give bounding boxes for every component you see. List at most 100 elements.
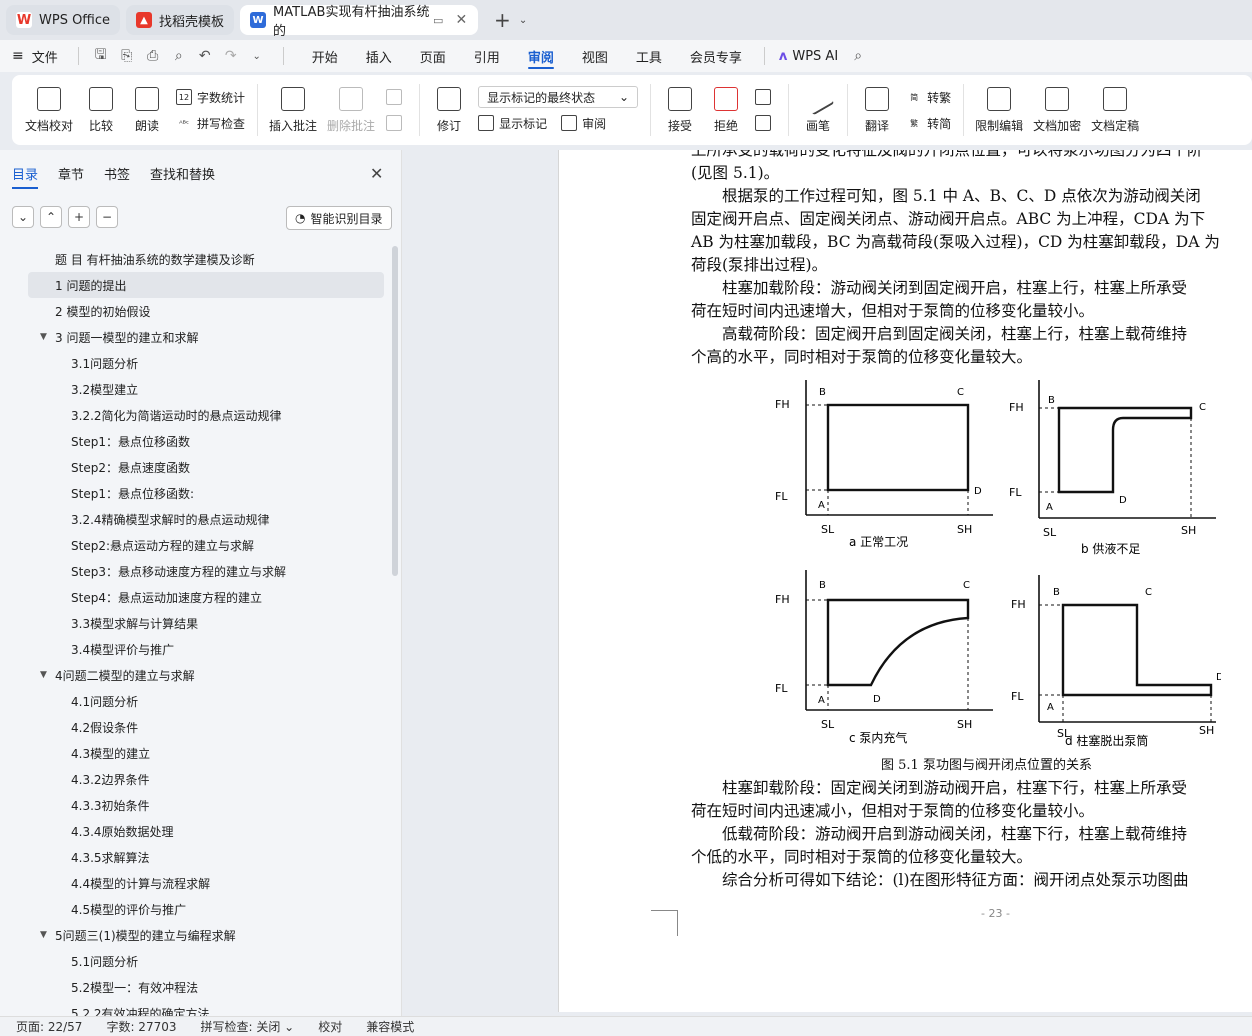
undo-icon[interactable]: ↶ <box>197 48 213 64</box>
toc-item[interactable]: 3.1问题分析 <box>0 350 392 376</box>
toc-item[interactable]: 4.3.2边界条件 <box>0 766 392 792</box>
print-preview-icon[interactable]: ⌕ <box>171 48 187 64</box>
tab-chapters[interactable]: 章节 <box>58 164 84 189</box>
doc-check-button[interactable]: 文档校对 <box>25 86 73 134</box>
pen-button[interactable]: 画笔 <box>800 82 836 134</box>
spell-check-status[interactable]: 拼写检查: 关闭 ⌄ <box>201 1018 295 1035</box>
proofread-status[interactable]: 校对 <box>318 1018 342 1035</box>
new-tab-button[interactable]: + <box>494 8 511 32</box>
tab-insert[interactable]: 插入 <box>366 40 392 72</box>
next-comment-button[interactable] <box>386 110 407 136</box>
tab-view[interactable]: 视图 <box>582 40 608 72</box>
revise-button[interactable]: 修订 <box>431 86 467 134</box>
prev-revision-button[interactable] <box>755 84 776 110</box>
chevron-down-icon[interactable]: ⌄ <box>519 15 527 26</box>
toc-item[interactable]: ▼ 4问题二模型的建立与求解 <box>0 662 392 688</box>
compare-button[interactable]: 比较 <box>83 86 119 134</box>
toc-item[interactable]: 3.2模型建立 <box>0 376 392 402</box>
markup-mode-select[interactable]: 显示标记的最终状态 ⌄ <box>478 84 639 110</box>
finalize-button[interactable]: 文档定稿 <box>1091 86 1139 134</box>
review-pane-button[interactable]: 审阅 <box>582 115 606 132</box>
chevron-down-icon[interactable]: ⌄ <box>249 48 265 64</box>
toc-item[interactable]: 3.2.4精确模型求解时的悬点运动规律 <box>0 506 392 532</box>
tab-home[interactable]: 开始 <box>312 40 338 72</box>
remove-heading-icon[interactable]: − <box>96 206 118 228</box>
prev-comment-button[interactable] <box>386 84 407 110</box>
smart-toc-button[interactable]: ◔ 智能识别目录 <box>286 206 392 230</box>
expand-icon[interactable]: ⌃ <box>40 206 62 228</box>
document-page[interactable]: 上所承受的载荷的变化特征及阀的开闭点位置，可以将泵示功图分为四个阶 (见图 5.1… <box>558 150 1252 1012</box>
toc-item[interactable]: Step1：悬点位移函数 <box>0 428 392 454</box>
toc-item[interactable]: 4.3模型的建立 <box>0 740 392 766</box>
close-tab-icon[interactable]: ✕ <box>455 12 467 28</box>
toc-item[interactable]: 3.4模型评价与推广 <box>0 636 392 662</box>
to-traditional-button[interactable]: 简 转繁 <box>906 84 951 110</box>
accept-button[interactable]: 接受 <box>662 86 698 134</box>
print-icon[interactable]: ⎙ <box>145 48 161 64</box>
to-simplified-button[interactable]: 繁 转简 <box>906 110 951 136</box>
toc-item[interactable]: 题 目 有杆抽油系统的数学建模及诊断 <box>0 246 392 272</box>
tab-wps-office[interactable]: W WPS Office <box>6 5 121 35</box>
save-icon[interactable]: 🖫 <box>93 47 109 64</box>
next-revision-button[interactable] <box>755 110 776 136</box>
toc-item[interactable]: Step1：悬点位移函数: <box>0 480 392 506</box>
toc-item[interactable]: 5.2.2有效冲程的确定方法 <box>0 1000 392 1017</box>
toc-item[interactable]: 4.3.4原始数据处理 <box>0 818 392 844</box>
markup-mode-dropdown[interactable]: 显示标记的最终状态 ⌄ <box>478 86 639 108</box>
insert-comment-button[interactable]: 插入批注 <box>269 86 317 134</box>
toc-item[interactable]: Step4：悬点运动加速度方程的建立 <box>0 584 392 610</box>
toc-item[interactable]: 4.1问题分析 <box>0 688 392 714</box>
toc-item[interactable]: 3.2.2简化为简谐运动时的悬点运动规律 <box>0 402 392 428</box>
show-markup-button[interactable]: 显示标记 <box>499 115 547 132</box>
toc-item[interactable]: 5.2模型一：有效冲程法 <box>0 974 392 1000</box>
toc-item[interactable]: 2 模型的初始假设 <box>0 298 392 324</box>
toc-item[interactable]: 4.3.3初始条件 <box>0 792 392 818</box>
search-icon[interactable]: ⌕ <box>850 48 866 64</box>
expand-arrow-icon[interactable]: ▼ <box>40 930 47 940</box>
toc-scrollbar[interactable] <box>392 246 398 576</box>
wps-ai-button[interactable]: ʌ WPS AI <box>779 49 838 64</box>
close-icon[interactable]: ✕ <box>370 164 383 183</box>
tab-bookmarks[interactable]: 书签 <box>104 164 130 189</box>
toc-item[interactable]: 4.5模型的评价与推广 <box>0 896 392 922</box>
expand-arrow-icon[interactable]: ▼ <box>40 332 47 342</box>
tab-review[interactable]: 审阅 <box>527 40 554 72</box>
toc-item[interactable]: Step3：悬点移动速度方程的建立与求解 <box>0 558 392 584</box>
tab-reference[interactable]: 引用 <box>474 40 500 72</box>
spell-check-button[interactable]: ᴬᴮᶜ 拼写检查 <box>176 110 245 136</box>
delete-comment-button[interactable]: 删除批注 <box>327 86 375 134</box>
toc-item[interactable]: ▼ 5问题三(1)模型的建立与编程求解 <box>0 922 392 948</box>
panel-a: FH FL SL SH A B C D a 正常工况 <box>775 380 993 549</box>
tab-page[interactable]: 页面 <box>420 40 446 72</box>
expand-arrow-icon[interactable]: ▼ <box>40 670 47 680</box>
toc-item[interactable]: 4.4模型的计算与流程求解 <box>0 870 392 896</box>
toc-item[interactable]: Step2：悬点速度函数 <box>0 454 392 480</box>
tab-membership[interactable]: 会员专享 <box>690 40 742 72</box>
file-menu[interactable]: ≡ 文件 <box>12 47 58 66</box>
tab-find-replace[interactable]: 查找和替换 <box>150 164 215 189</box>
toc-item[interactable]: 4.3.5求解算法 <box>0 844 392 870</box>
tab-document[interactable]: W MATLAB实现有杆抽油系统的 ▭ ✕ <box>240 5 479 39</box>
encrypt-button[interactable]: 文档加密 <box>1033 86 1081 134</box>
toc-item[interactable]: 3.3模型求解与计算结果 <box>0 610 392 636</box>
translate-button[interactable]: 翻译 <box>859 86 895 134</box>
redo-icon[interactable]: ↷ <box>223 48 239 64</box>
page-indicator[interactable]: 页面: 22/57 <box>16 1018 82 1035</box>
collapse-icon[interactable]: ⌄ <box>12 206 34 228</box>
toc-item-label: 3.1问题分析 <box>71 356 139 371</box>
toc-item[interactable]: 4.2假设条件 <box>0 714 392 740</box>
tab-tools[interactable]: 工具 <box>636 40 662 72</box>
toc-item[interactable]: 5.1问题分析 <box>0 948 392 974</box>
tab-toc[interactable]: 目录 <box>12 164 39 189</box>
reject-button[interactable]: 拒绝 <box>708 86 744 134</box>
word-count-button[interactable]: 12 字数统计 <box>176 84 245 110</box>
toc-item[interactable]: ▼ 3 问题一模型的建立和求解 <box>0 324 392 350</box>
read-aloud-button[interactable]: 朗读 <box>129 86 165 134</box>
export-icon[interactable]: ⎘ <box>119 48 135 64</box>
restrict-edit-button[interactable]: 限制编辑 <box>975 86 1023 134</box>
add-heading-icon[interactable]: + <box>68 206 90 228</box>
toc-item[interactable]: Step2:悬点运动方程的建立与求解 <box>0 532 392 558</box>
toc-item[interactable]: 1 问题的提出 <box>28 272 384 298</box>
tab-docer[interactable]: ▲ 找稻壳模板 <box>126 5 235 35</box>
word-count-indicator[interactable]: 字数: 27703 <box>106 1018 176 1035</box>
